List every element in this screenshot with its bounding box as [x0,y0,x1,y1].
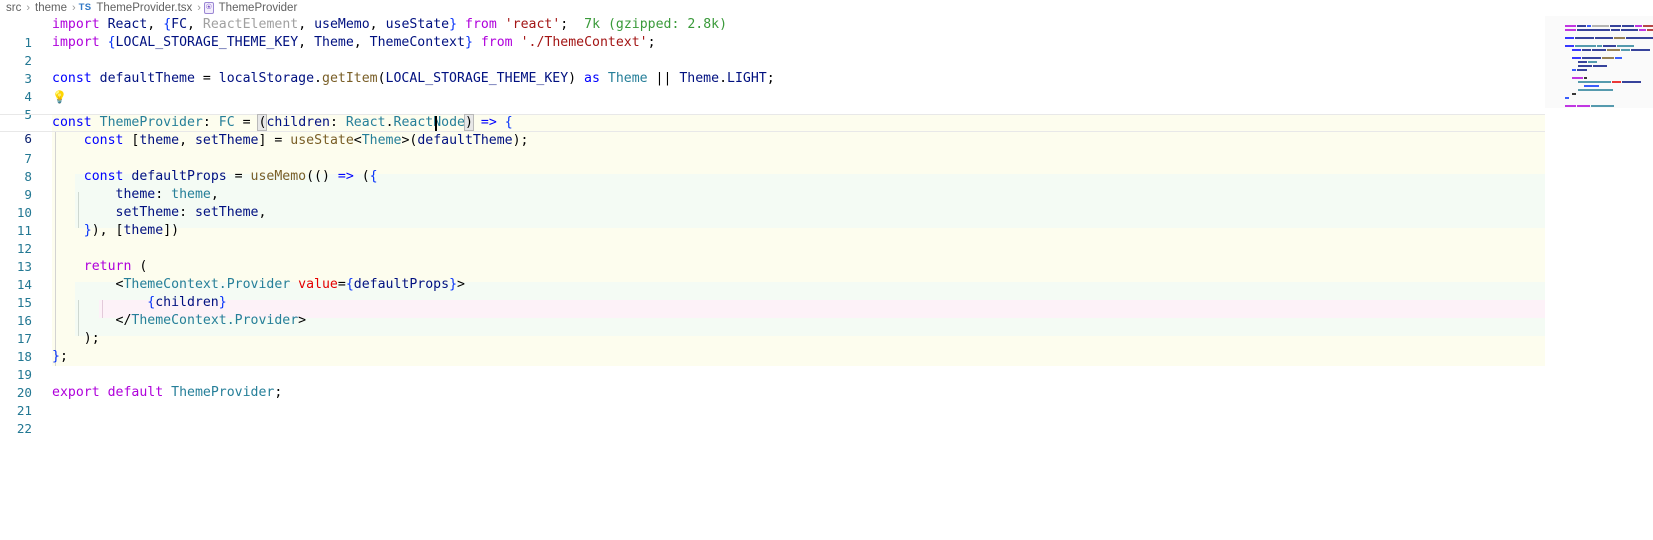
line-content: const defaultTheme = localStorage.getIte… [52,71,775,86]
line-content: const defaultProps = useMemo(() => ({ [83,169,378,184]
line-content: theme: theme, [115,187,219,202]
code-line[interactable]: 9 const defaultProps = useMemo(() => ({ [0,168,1545,202]
symbol-function-icon: ⍟ [203,2,214,14]
line-number: 22 [16,421,32,436]
code-line[interactable]: 4 const defaultTheme = localStorage.getI… [0,70,1545,104]
code-line[interactable]: 5 💡 [0,88,1545,122]
breadcrumb-separator: › [197,2,201,14]
code-editor[interactable]: 1 import React, {FC, ReactElement, useMe… [0,16,1653,540]
code-line[interactable]: 20 [0,366,1545,400]
line-content: import {LOCAL_STORAGE_THEME_KEY, Theme, … [52,35,656,50]
code-line[interactable]: 16 {children} [0,294,1545,328]
code-line[interactable]: 1 import React, {FC, ReactElement, useMe… [0,16,1545,50]
code-line[interactable]: 14 return ( [0,258,1545,292]
breadcrumb-separator: › [71,2,76,14]
line-content: import React, {FC, ReactElement, useMemo… [52,17,728,32]
breadcrumb-separator: › [26,2,31,14]
code-line[interactable]: 22 [0,402,1545,436]
code-line[interactable]: 19 }; [0,348,1545,382]
code-line-active[interactable]: 6 const ThemeProvider: FC = (children: R… [0,114,1545,146]
breadcrumb-item-symbol[interactable]: ThemeProvider [217,0,300,16]
minimap[interactable] [1545,16,1653,540]
line-content: setTheme: setTheme, [115,205,267,220]
line-content: }; [52,349,68,364]
line-content: </ThemeContext.Provider> [115,313,307,328]
code-content[interactable]: 1 import React, {FC, ReactElement, useMe… [0,16,1545,540]
code-line[interactable]: 12 }), [theme]) [0,222,1545,256]
line-content: const [theme, setTheme] = useState<Theme… [83,133,529,148]
code-line[interactable]: 11 setTheme: setTheme, [0,204,1545,238]
line-content: return ( [83,259,148,274]
breadcrumb-item-src[interactable]: src [4,0,23,16]
breadcrumb[interactable]: src › theme › TS ThemeProvider.tsx › ⍟ T… [0,0,1653,16]
line-content: export default ThemeProvider; [52,385,283,400]
line-content: }), [theme]) [83,223,180,238]
breadcrumb-item-theme[interactable]: theme [33,0,69,16]
code-line[interactable]: 13 [0,240,1545,274]
code-line[interactable]: 21 export default ThemeProvider; [0,384,1545,418]
code-line[interactable]: 18 ); [0,330,1545,364]
line-content: {children} [147,295,227,310]
code-line[interactable]: 3 [0,52,1545,86]
code-line[interactable]: 17 </ThemeContext.Provider> [0,312,1545,346]
line-content: <ThemeContext.Provider value={defaultPro… [115,277,465,292]
code-line[interactable]: 7 const [theme, setTheme] = useState<The… [0,132,1545,166]
code-line[interactable]: 8 [0,150,1545,184]
code-line[interactable]: 2 import {LOCAL_STORAGE_THEME_KEY, Theme… [0,34,1545,68]
code-line[interactable]: 15 <ThemeContext.Provider value={default… [0,276,1545,310]
line-content: const ThemeProvider: FC = (children: Rea… [52,114,513,131]
typescript-file-icon: TS [78,2,92,13]
minimap-content [1565,24,1653,108]
lightbulb-icon[interactable]: 💡 [52,88,67,106]
text-cursor [435,116,437,131]
code-line[interactable]: 10 theme: theme, [0,186,1545,220]
minimap-line [1565,104,1653,108]
line-content: ); [83,331,100,346]
breadcrumb-item-file[interactable]: ThemeProvider.tsx [94,0,194,16]
